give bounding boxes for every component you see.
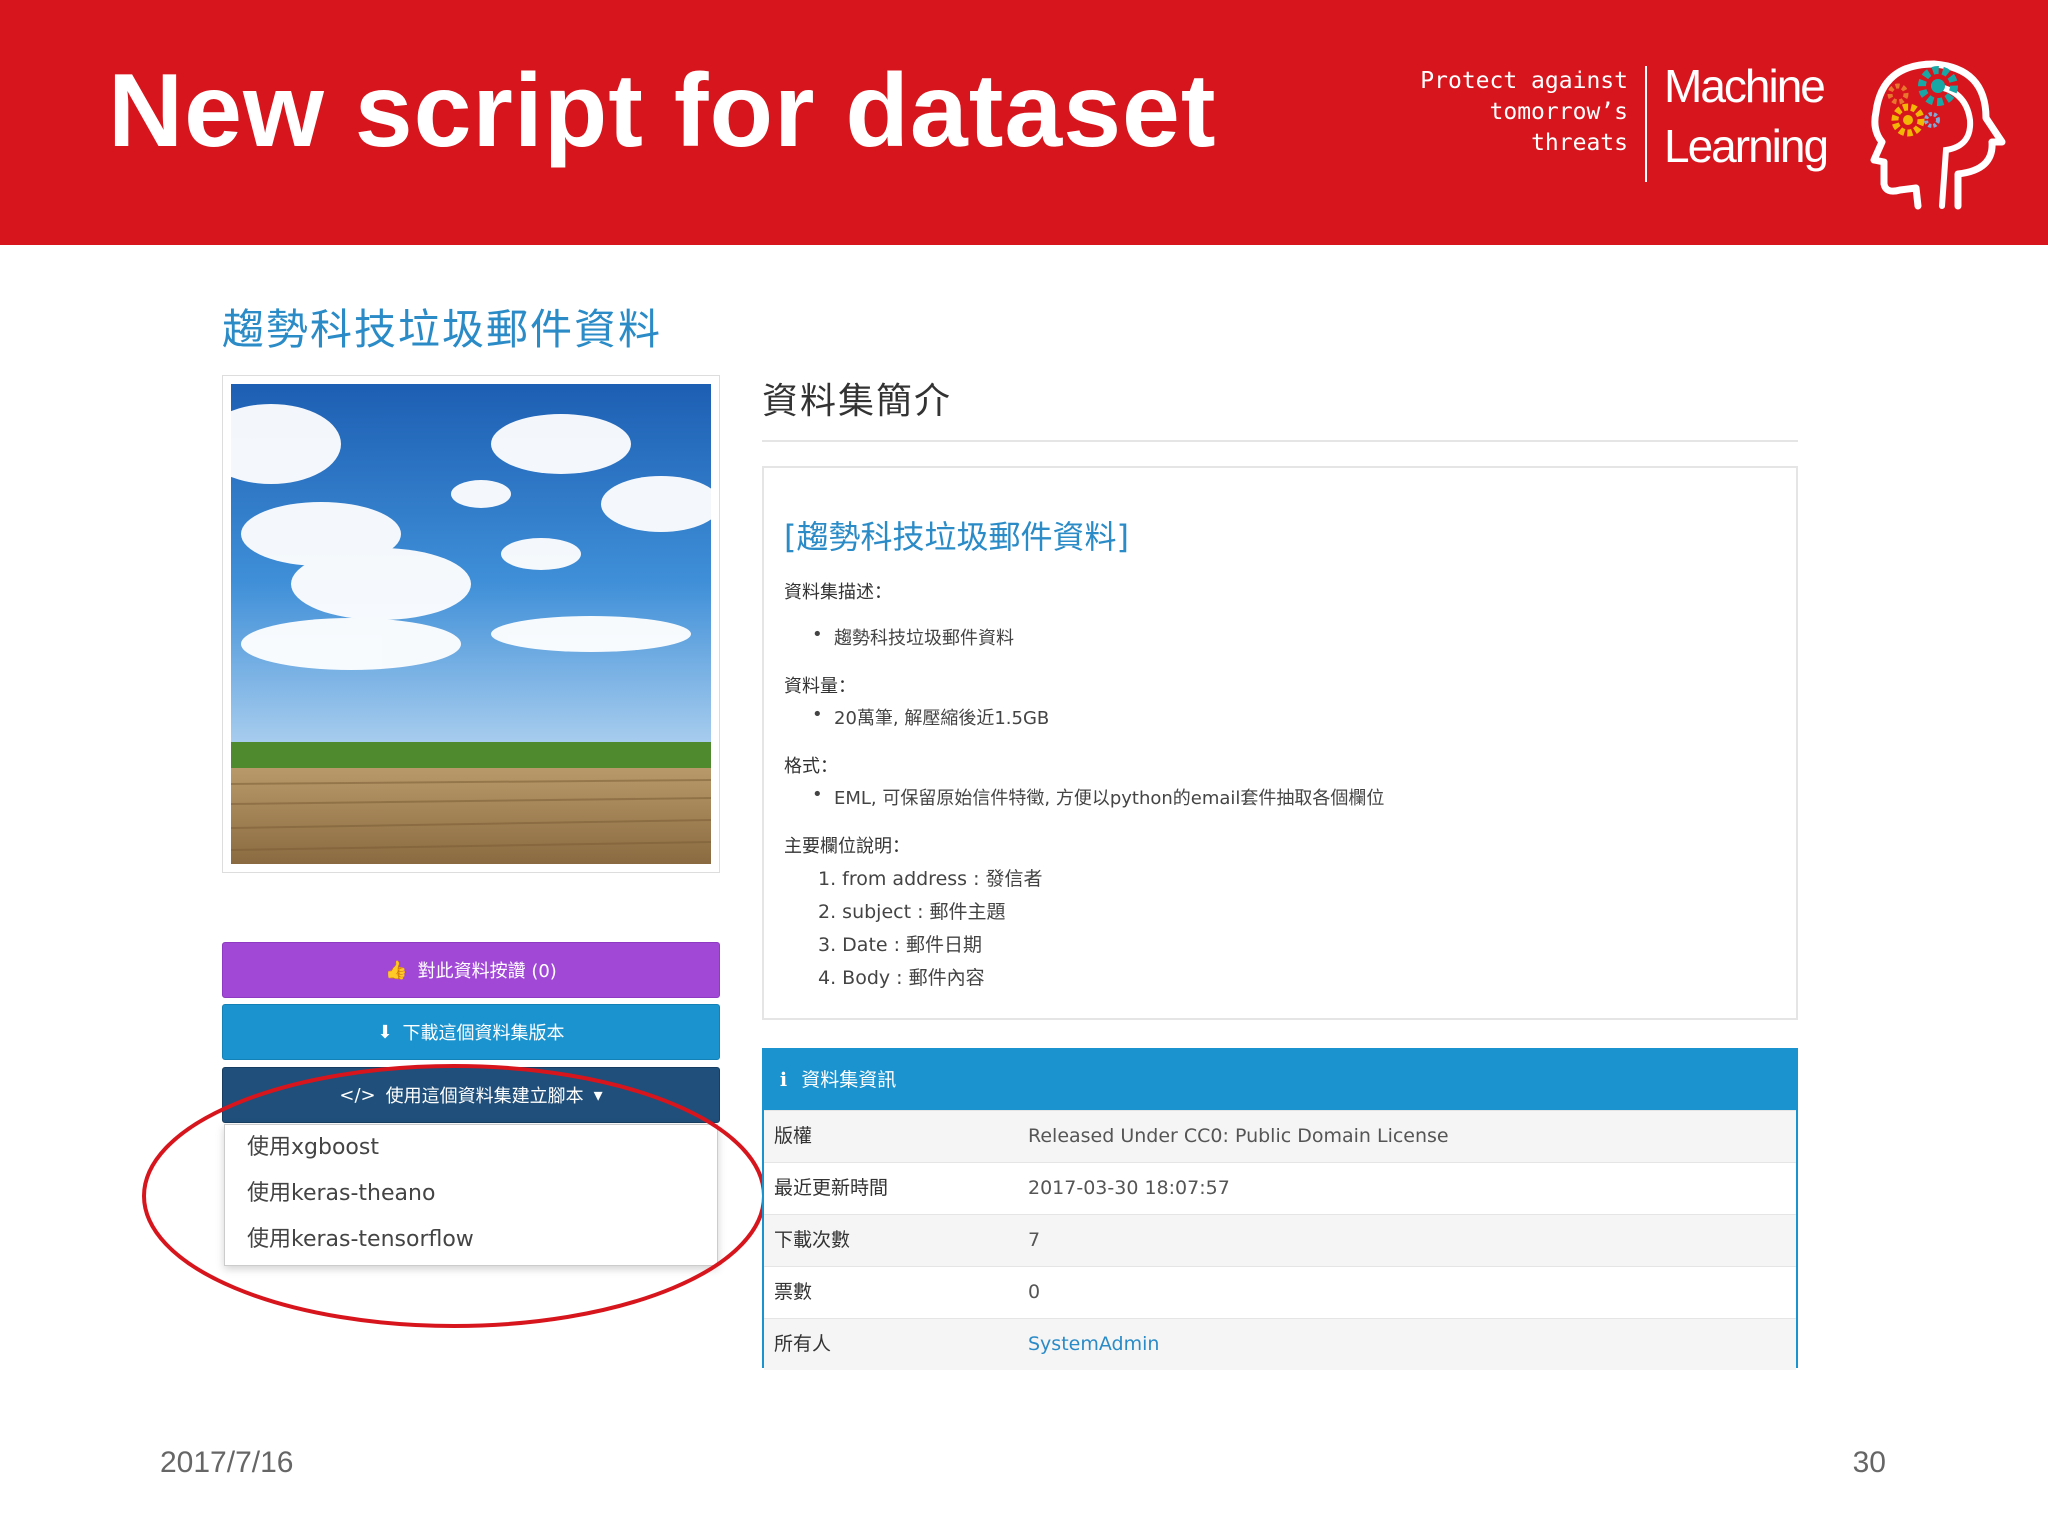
brand-line-2: Learning: [1664, 120, 1829, 172]
dataset-title: 趨勢科技垃圾郵件資料: [222, 305, 663, 354]
sky-field-image: [231, 384, 711, 864]
highlight-ellipse: [142, 1064, 766, 1328]
download-button-label: 下載這個資料集版本: [402, 1023, 565, 1044]
info-panel-header: ℹ 資料集資訊: [764, 1050, 1796, 1110]
section-divider: [762, 440, 1798, 442]
brain-gears-icon: [1870, 60, 2006, 210]
download-dataset-button[interactable]: ⬇ 下載這個資料集版本: [222, 1004, 720, 1060]
dataset-thumbnail: [222, 375, 720, 873]
info-icon: ℹ: [780, 1069, 788, 1091]
info-table: 版權 Released Under CC0: Public Domain Lic…: [764, 1110, 1796, 1370]
slide-date: 2017/7/16: [160, 1446, 294, 1479]
field-item: 4. Body : 郵件內容: [818, 967, 985, 989]
field-item: 3. Date : 郵件日期: [818, 934, 983, 956]
tagline: Protect against tomorrow’s threats: [1368, 66, 1628, 159]
tagline-line-3: threats: [1531, 130, 1628, 156]
format-label: 格式：: [784, 756, 838, 777]
header-divider: [1645, 66, 1647, 182]
info-value: 2017-03-30 18:07:57: [1028, 1177, 1230, 1199]
description-title: [趨勢科技垃圾郵件資料]: [784, 518, 1129, 556]
field-item: 1. from address : 發信者: [818, 868, 1043, 890]
table-row: 下載次數 7: [764, 1214, 1796, 1266]
info-heading: 資料集資訊: [801, 1069, 897, 1091]
tagline-line-2: tomorrow’s: [1489, 99, 1628, 125]
description-panel: [趨勢科技垃圾郵件資料] 資料集描述： 趨勢科技垃圾郵件資料 資料量： 20萬筆…: [762, 466, 1798, 1020]
table-row: 版權 Released Under CC0: Public Domain Lic…: [764, 1110, 1796, 1162]
info-value: Released Under CC0: Public Domain Licens…: [1028, 1125, 1449, 1147]
slide-title: New script for dataset: [108, 53, 1217, 169]
format-item: EML, 可保留原始信件特徵, 方便以python的email套件抽取各個欄位: [812, 784, 1384, 810]
download-icon: ⬇: [377, 1021, 393, 1043]
slide-page-number: 30: [1852, 1446, 1886, 1479]
volume-label: 資料量：: [784, 676, 856, 697]
table-row: 所有人 SystemAdmin: [764, 1318, 1796, 1370]
fields-label: 主要欄位說明：: [784, 836, 910, 857]
description-item: 趨勢科技垃圾郵件資料: [812, 624, 1014, 650]
info-key: 版權: [774, 1125, 813, 1147]
intro-heading: 資料集簡介: [762, 381, 953, 422]
dataset-info-panel: ℹ 資料集資訊 版權 Released Under CC0: Public Do…: [762, 1048, 1798, 1370]
table-row: 票數 0: [764, 1266, 1796, 1318]
info-key: 所有人: [774, 1333, 832, 1355]
brand-line-1: Machine: [1664, 60, 1826, 112]
like-dataset-button[interactable]: 👍 對此資料按讚 (0): [222, 942, 720, 998]
volume-item: 20萬筆, 解壓縮後近1.5GB: [812, 704, 1049, 730]
field-item: 2. subject : 郵件主題: [818, 901, 1006, 923]
owner-link[interactable]: SystemAdmin: [1028, 1319, 1159, 1369]
info-value: 7: [1028, 1229, 1041, 1251]
description-label: 資料集描述：: [784, 582, 892, 603]
info-value: 0: [1028, 1281, 1041, 1303]
info-key: 最近更新時間: [774, 1177, 889, 1199]
like-button-label: 對此資料按讚 (0): [417, 961, 557, 982]
brand-logo-text: Machine Learning: [1664, 56, 1829, 176]
thumbs-up-icon: 👍: [385, 959, 408, 981]
info-key: 票數: [774, 1281, 813, 1303]
info-key: 下載次數: [774, 1229, 851, 1251]
table-row: 最近更新時間 2017-03-30 18:07:57: [764, 1162, 1796, 1214]
tagline-line-1: Protect against: [1420, 68, 1628, 94]
